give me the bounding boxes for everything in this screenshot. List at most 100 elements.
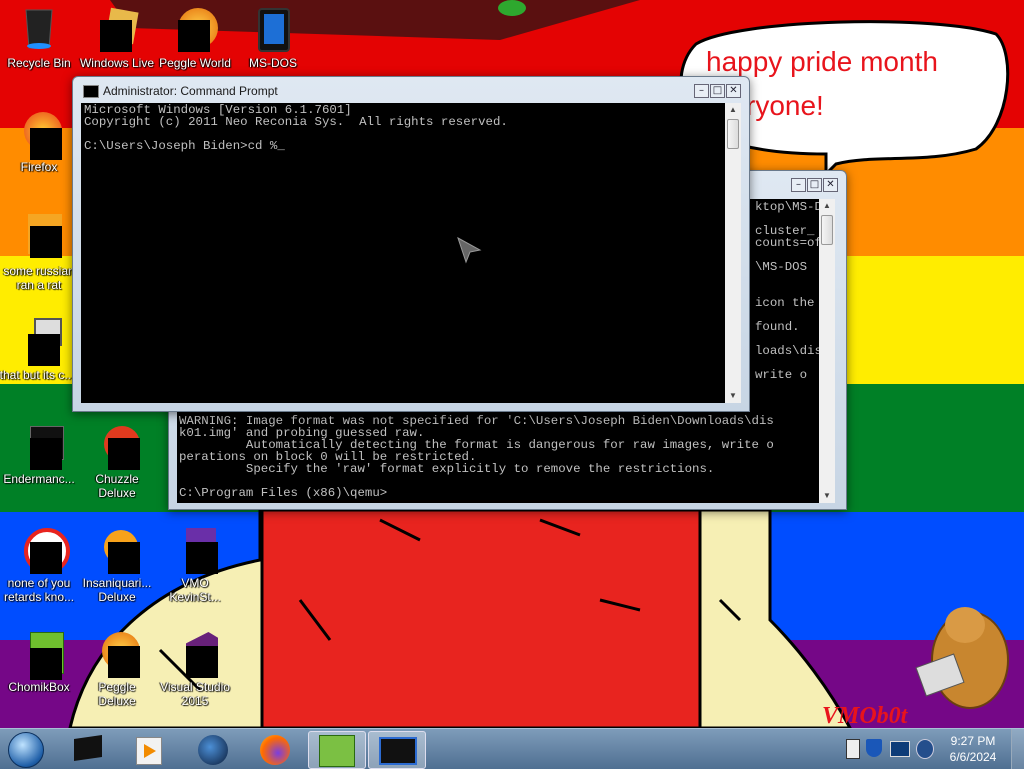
tray-volume-icon[interactable]	[916, 739, 934, 759]
cmd-titlebar[interactable]: Administrator: Command Prompt – □ ✕	[73, 77, 749, 103]
desktop-icon-none-of-you[interactable]: none of you retards kno...	[0, 526, 78, 604]
cmd-scrollbar[interactable]: ▲ ▼	[725, 103, 741, 403]
start-orb-icon	[8, 732, 44, 768]
desktop-icon-label: MS-DOS	[249, 56, 297, 70]
windows-live-icon	[94, 6, 140, 52]
console-line: C:\Users\Joseph Biden>cd %_	[84, 139, 285, 153]
insaniquarium-icon	[94, 526, 140, 574]
desktop-icon-chuzzle[interactable]: Chuzzle Deluxe	[78, 422, 156, 500]
qemu-scrollbar[interactable]: ▲ ▼	[819, 199, 835, 503]
scroll-down-arrow[interactable]: ▼	[819, 489, 835, 503]
desktop-icon-peggle-world[interactable]: Peggle World	[156, 6, 234, 70]
cmd-title: Administrator: Command Prompt	[103, 84, 278, 98]
cmd-console-output[interactable]: Microsoft Windows [Version 6.1.7601] Copy…	[81, 103, 725, 403]
qemu-side-lines: ktop\MS-D cluster_ counts=of \MS-DOS icon…	[755, 201, 819, 381]
desktop-icon-label: some russian ran a rat	[3, 264, 75, 292]
console-line: \MS-DOS	[755, 260, 808, 274]
maximize-button[interactable]: □	[710, 84, 725, 98]
clock-time: 9:27 PM	[950, 734, 996, 748]
window-controls: – □ ✕	[791, 178, 838, 192]
desktop-icon-label: Peggle Deluxe	[98, 680, 136, 708]
taskbar-globe-button[interactable]	[184, 731, 240, 767]
app-icon	[16, 526, 70, 574]
cmd-window[interactable]: Administrator: Command Prompt – □ ✕ Micr…	[72, 76, 750, 412]
chuzzle-icon	[94, 422, 140, 470]
taskbar: 9:27 PM 6/6/2024	[0, 728, 1024, 769]
desktop-icon-that-but-its[interactable]: that but its c...	[0, 318, 76, 382]
cmd-icon	[83, 85, 99, 98]
desktop-icon-label: Chuzzle Deluxe	[95, 472, 139, 500]
console-line: Copyright (c) 2011 Neo Reconia Sys. All …	[84, 115, 508, 129]
desktop-icon-windows-live[interactable]: Windows Live	[78, 6, 156, 70]
ms-dos-icon	[250, 6, 296, 52]
cmd-icon	[74, 735, 102, 761]
scroll-thumb[interactable]	[727, 119, 739, 149]
desktop-icon-label: none of you retards kno...	[3, 576, 75, 604]
desktop-icon-vmo[interactable]: VMO KevinSt...	[156, 526, 234, 604]
window-controls: – □ ✕	[694, 84, 741, 98]
show-desktop-button[interactable]	[1011, 729, 1024, 769]
maximize-button[interactable]: □	[807, 178, 822, 192]
desktop-icon-firefox[interactable]: Firefox	[0, 110, 78, 174]
console-icon	[379, 737, 417, 765]
app-icon	[16, 422, 64, 470]
show-hidden-icons-button[interactable]	[846, 739, 860, 759]
vm-icon	[172, 526, 218, 574]
desktop-icon-label: ChomikBox	[8, 680, 70, 694]
desktop-icon-endermanch[interactable]: Endermanc...	[0, 422, 78, 486]
tray-security-icon[interactable]	[866, 739, 882, 757]
desktop-icon-label: Firefox	[20, 160, 58, 174]
chomikbox-icon	[319, 735, 355, 767]
desktop-icon-recycle-bin[interactable]: Recycle Bin	[0, 6, 78, 70]
taskbar-media-player-button[interactable]	[120, 731, 176, 767]
desktop-icon-visual-studio[interactable]: Visual Studio 2015	[156, 630, 234, 708]
recycle-bin-icon	[16, 6, 62, 52]
desktop-icon-chomikbox[interactable]: ChomikBox	[0, 630, 78, 694]
desktop-icon-insaniquarium[interactable]: Insaniquari... Deluxe	[78, 526, 156, 604]
start-button[interactable]	[6, 731, 46, 768]
desktop-icon-russian-rat[interactable]: some russian ran a rat	[0, 214, 78, 292]
console-line: icon the	[755, 296, 815, 310]
console-line: counts=of	[755, 236, 819, 250]
console-line: loads\dis	[755, 344, 819, 358]
scroll-down-arrow[interactable]: ▼	[725, 389, 741, 403]
desktop-icon-label: Peggle World	[159, 56, 231, 70]
taskbar-cmd-button[interactable]	[60, 731, 116, 767]
shortcut-icon	[14, 318, 62, 366]
app-icon	[16, 214, 62, 260]
visual-studio-icon	[172, 630, 218, 678]
console-line: ktop\MS-D	[755, 200, 819, 214]
scroll-up-arrow[interactable]: ▲	[725, 103, 741, 117]
tray-clock[interactable]: 9:27 PM 6/6/2024	[940, 733, 1006, 765]
desktop-icon-ms-dos[interactable]: MS-DOS	[234, 6, 312, 70]
taskbar-chomikbox-button[interactable]	[308, 731, 366, 769]
scroll-thumb[interactable]	[821, 215, 833, 245]
watermark-text: VMOb0t	[822, 703, 908, 729]
clock-date: 6/6/2024	[949, 750, 997, 764]
peggle-icon	[94, 630, 140, 678]
close-button[interactable]: ✕	[726, 84, 741, 98]
desktop-icon-label: Visual Studio 2015	[160, 680, 230, 708]
console-line: found.	[755, 320, 800, 334]
firefox-icon	[260, 735, 290, 765]
mouse-cursor-icon	[457, 236, 482, 264]
minimize-button[interactable]: –	[791, 178, 806, 192]
minimize-button[interactable]: –	[694, 84, 709, 98]
speech-bubble-line2: ryone!	[746, 90, 824, 121]
close-button[interactable]: ✕	[823, 178, 838, 192]
taskbar-firefox-button[interactable]	[246, 731, 302, 767]
desktop-icon-peggle-deluxe[interactable]: Peggle Deluxe	[78, 630, 156, 708]
desktop-icon-label: Recycle Bin	[7, 56, 71, 70]
qemu-bottom-lines: WARNING: Image format was not specified …	[179, 415, 774, 499]
scroll-up-arrow[interactable]: ▲	[819, 199, 835, 213]
globe-icon	[198, 735, 228, 765]
speech-bubble-line1: happy pride month	[706, 46, 938, 77]
taskbar-console-button[interactable]	[368, 731, 426, 769]
peggle-world-icon	[172, 6, 218, 52]
tray-network-icon[interactable]	[890, 741, 910, 757]
console-line: Specify the 'raw' format explicitly to r…	[179, 462, 715, 476]
chomikbox-icon	[16, 630, 64, 680]
firefox-icon	[16, 110, 62, 160]
desktop-icon-label: Endermanc...	[3, 472, 75, 486]
